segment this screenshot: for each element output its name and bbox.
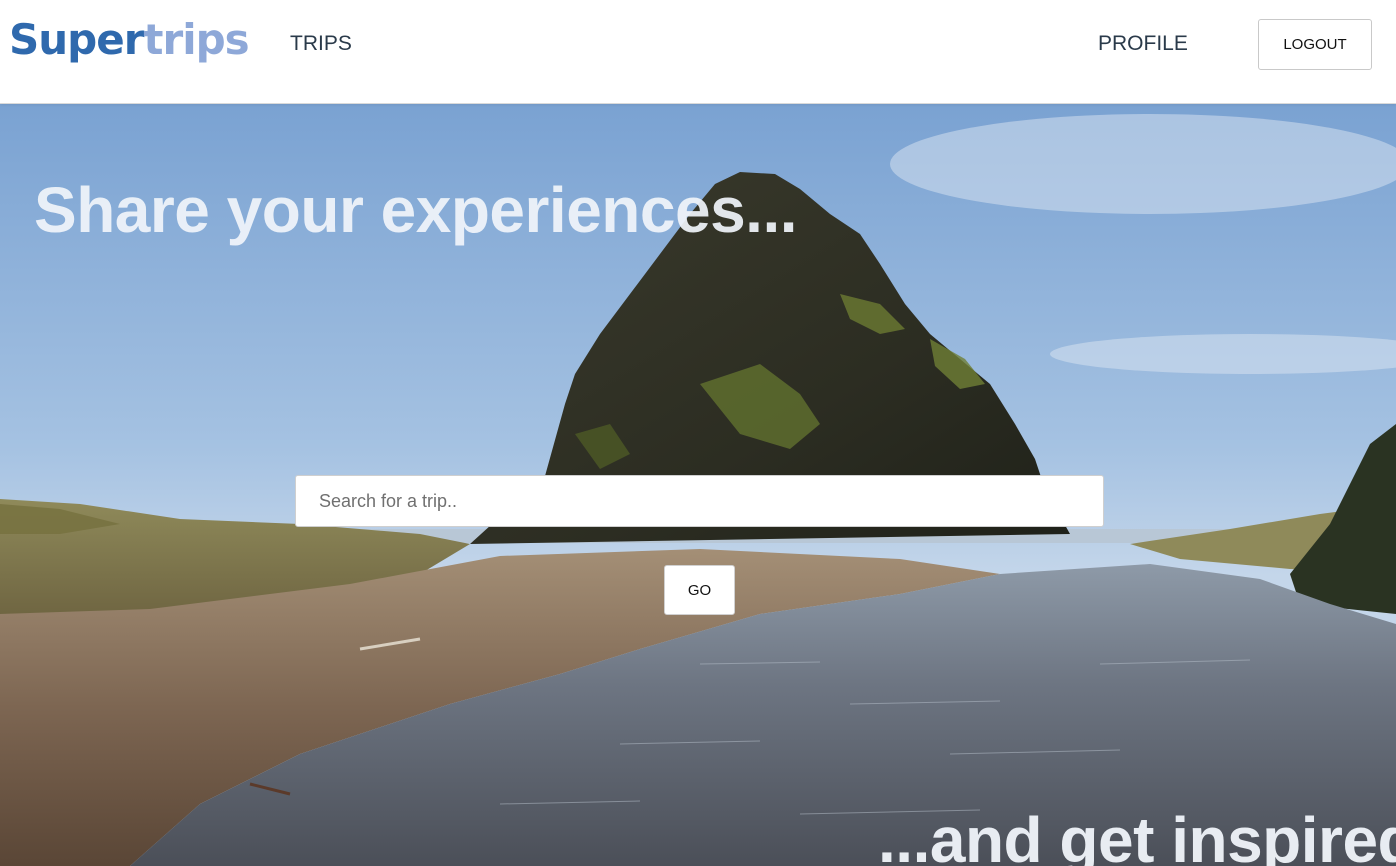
hero-tagline: ...and get inspired bbox=[878, 804, 1396, 866]
top-navbar: Supertrips TRIPS PROFILE LOGOUT bbox=[0, 0, 1396, 104]
brand-logo[interactable]: Supertrips bbox=[9, 10, 250, 70]
hero-title: Share your experiences... bbox=[34, 174, 798, 246]
logo-text-trips: trips bbox=[143, 15, 249, 64]
go-button[interactable]: GO bbox=[664, 565, 735, 615]
hero-section: Share your experiences... GO ...and get … bbox=[0, 104, 1396, 866]
nav-link-profile[interactable]: PROFILE bbox=[1098, 30, 1188, 58]
logout-button[interactable]: LOGOUT bbox=[1258, 19, 1372, 70]
logo-text-super: Super bbox=[9, 15, 144, 64]
nav-link-trips[interactable]: TRIPS bbox=[290, 30, 352, 58]
trip-search-input[interactable] bbox=[295, 475, 1104, 527]
